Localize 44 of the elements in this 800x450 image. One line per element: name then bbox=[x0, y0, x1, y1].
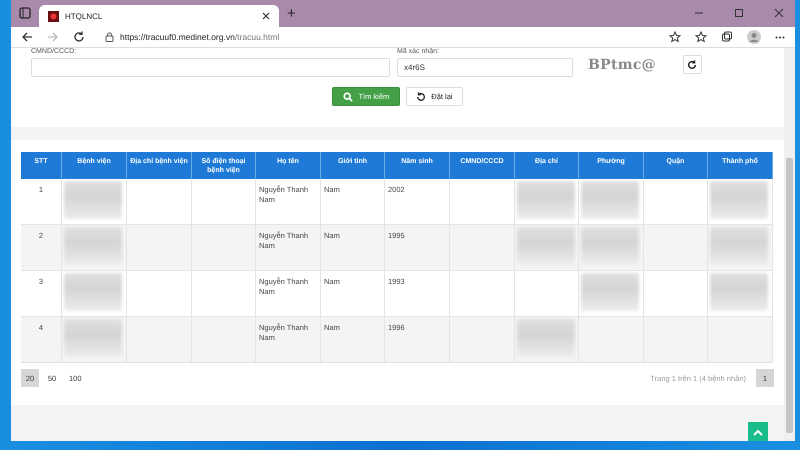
table-cell bbox=[192, 179, 256, 225]
search-icon bbox=[343, 92, 354, 102]
maximize-icon[interactable] bbox=[734, 8, 744, 18]
new-tab-button[interactable]: + bbox=[287, 4, 296, 24]
blurred-text bbox=[517, 319, 575, 357]
table-cell bbox=[192, 225, 256, 271]
avatar-icon[interactable] bbox=[747, 30, 761, 44]
blurred-text bbox=[64, 227, 122, 265]
blurred-text bbox=[64, 273, 122, 311]
table-cell bbox=[192, 271, 256, 317]
tab-title: HTQLNCL bbox=[65, 12, 104, 20]
close-icon[interactable] bbox=[262, 12, 270, 20]
undo-icon bbox=[416, 92, 426, 102]
address-url[interactable]: https://tracuuf0.medinet.org.vn/tracuu.html bbox=[120, 32, 280, 42]
captcha-image: BPtmc@ bbox=[588, 57, 656, 73]
star-icon[interactable] bbox=[669, 31, 681, 43]
lock-icon bbox=[105, 32, 114, 42]
captcha-code-field[interactable]: x4r6S bbox=[397, 58, 573, 77]
blurred-text bbox=[710, 227, 768, 265]
refresh-icon bbox=[687, 60, 698, 70]
chevron-up-icon bbox=[753, 428, 763, 436]
blurred-text bbox=[581, 181, 639, 219]
blurred-text bbox=[581, 227, 639, 265]
table-cell bbox=[192, 317, 256, 363]
table-cell bbox=[644, 317, 708, 363]
scrollbar[interactable] bbox=[784, 48, 795, 441]
tab-actions-icon[interactable] bbox=[19, 7, 31, 19]
blurred-text bbox=[581, 273, 639, 311]
more-icon[interactable] bbox=[775, 36, 785, 38]
blurred-text bbox=[64, 319, 122, 357]
blurred-text bbox=[517, 181, 575, 219]
id-number-field[interactable] bbox=[31, 58, 390, 77]
blurred-text bbox=[710, 273, 768, 311]
blurred-text bbox=[64, 181, 122, 219]
back-arrow-icon[interactable] bbox=[21, 31, 33, 43]
table-cell bbox=[450, 271, 515, 317]
blurred-text bbox=[710, 181, 768, 219]
site-favicon-icon bbox=[48, 10, 59, 22]
star-icon[interactable] bbox=[695, 31, 707, 43]
collections-icon[interactable] bbox=[721, 31, 733, 43]
blurred-text bbox=[517, 227, 575, 265]
browser-tab[interactable]: HTQLNCL bbox=[39, 5, 279, 27]
reload-icon[interactable] bbox=[73, 31, 85, 43]
refresh-captcha-button[interactable] bbox=[682, 55, 702, 74]
